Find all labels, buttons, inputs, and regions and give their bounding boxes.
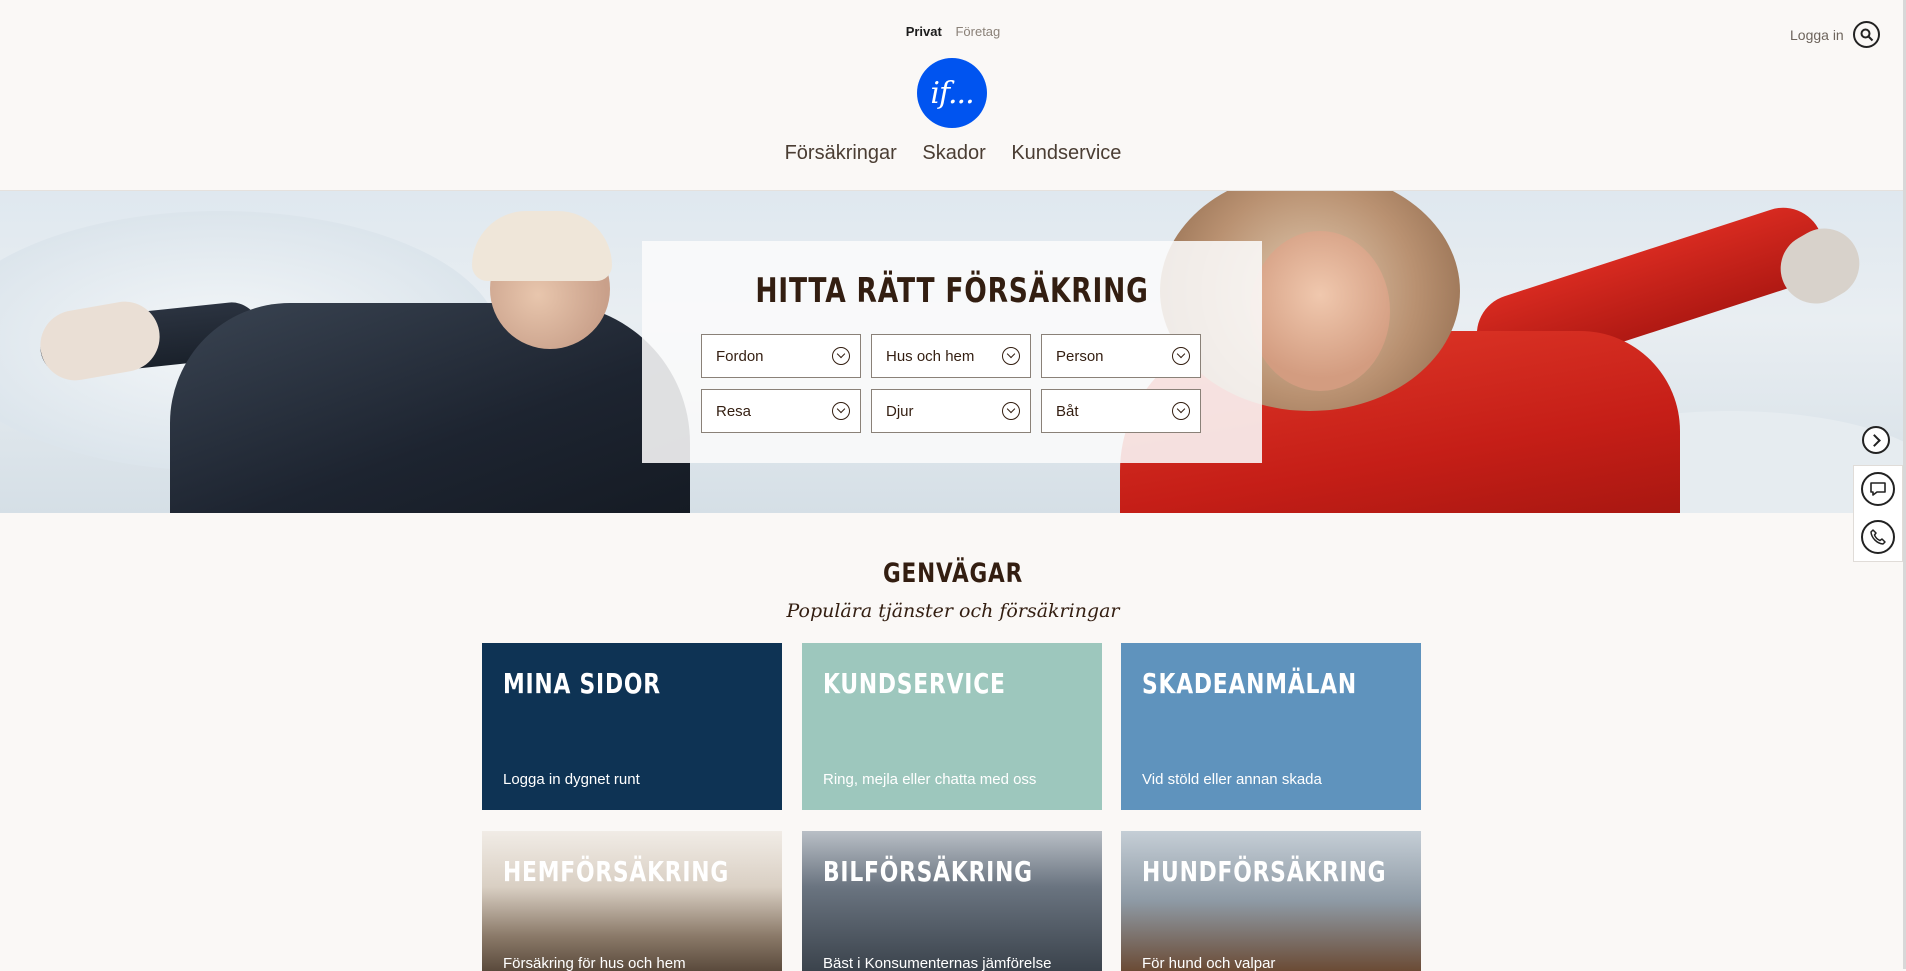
shortcuts-title: GENVÄGAR — [882, 558, 1023, 589]
card-description: Vid stöld eller annan skada — [1142, 771, 1322, 788]
dropdown-label: Person — [1056, 348, 1104, 365]
nav-item-customer-service[interactable]: Kundservice — [1011, 142, 1121, 164]
segment-private[interactable]: Privat — [906, 24, 942, 39]
site-header: Privat Företag if... Försäkringar Skador… — [0, 0, 1906, 191]
logo-text: if... — [930, 75, 974, 111]
chevron-right-icon[interactable] — [1862, 426, 1890, 454]
card-title: HEMFÖRSÄKRING — [503, 855, 730, 888]
chat-icon — [1870, 482, 1886, 496]
if-logo[interactable]: if... — [917, 58, 987, 128]
card-title: MINA SIDOR — [503, 667, 661, 700]
card-hemforsakring[interactable]: HEMFÖRSÄKRING Försäkring för hus och hem — [482, 831, 782, 971]
dropdown-resa[interactable]: Resa — [701, 389, 861, 433]
dropdown-fordon[interactable]: Fordon — [701, 334, 861, 378]
card-bilforsakring[interactable]: BILFÖRSÄKRING Bäst i Konsumenternas jämf… — [802, 831, 1102, 971]
hero-image-woman-face — [1250, 231, 1390, 391]
card-hundforsakring[interactable]: HUNDFÖRSÄKRING För hund och valpar — [1121, 831, 1421, 971]
dropdown-hus-och-hem[interactable]: Hus och hem — [871, 334, 1031, 378]
chat-button[interactable] — [1861, 472, 1895, 506]
dropdown-djur[interactable]: Djur — [871, 389, 1031, 433]
card-skadeanmalan[interactable]: SKADEANMÄLAN Vid stöld eller annan skada — [1121, 643, 1421, 810]
chevron-down-icon — [832, 402, 850, 420]
dropdown-label: Resa — [716, 403, 752, 420]
dropdown-person[interactable]: Person — [1041, 334, 1201, 378]
card-description: Logga in dygnet runt — [503, 771, 640, 788]
hero-image-kid-hat — [472, 211, 612, 281]
segment-switch: Privat Företag — [0, 24, 1906, 39]
chevron-down-icon — [1002, 347, 1020, 365]
search-button[interactable] — [1853, 21, 1880, 48]
finder-title: HITTA RÄTT FÖRSÄKRING — [755, 271, 1149, 311]
side-contact-tools — [1853, 465, 1903, 562]
dropdown-label: Fordon — [716, 348, 764, 365]
card-title: SKADEANMÄLAN — [1142, 667, 1357, 700]
phone-icon — [1870, 529, 1886, 545]
nav-item-insurances[interactable]: Försäkringar — [785, 142, 897, 164]
insurance-finder: HITTA RÄTT FÖRSÄKRING Fordon Hus och hem… — [642, 241, 1262, 463]
card-title: KUNDSERVICE — [823, 667, 1006, 700]
search-icon — [1860, 28, 1873, 41]
nav-item-claims[interactable]: Skador — [922, 142, 985, 164]
hero-image-kid-coat — [170, 303, 690, 513]
chevron-down-icon — [1002, 402, 1020, 420]
dropdown-label: Hus och hem — [886, 348, 975, 365]
card-description: Ring, mejla eller chatta med oss — [823, 771, 1037, 788]
shortcuts-subtitle: Populära tjänster och försäkringar — [786, 600, 1120, 622]
main-nav: Försäkringar Skador Kundservice — [0, 142, 1906, 165]
card-title: HUNDFÖRSÄKRING — [1142, 855, 1387, 888]
dropdown-bat[interactable]: Båt — [1041, 389, 1201, 433]
chevron-down-icon — [1172, 402, 1190, 420]
chevron-down-icon — [1172, 347, 1190, 365]
dropdown-label: Djur — [886, 403, 914, 420]
card-mina-sidor[interactable]: MINA SIDOR Logga in dygnet runt — [482, 643, 782, 810]
segment-business[interactable]: Företag — [955, 24, 1000, 39]
phone-button[interactable] — [1861, 520, 1895, 554]
chevron-down-icon — [832, 347, 850, 365]
login-link[interactable]: Logga in — [1790, 27, 1844, 43]
dropdown-label: Båt — [1056, 403, 1079, 420]
card-title: BILFÖRSÄKRING — [823, 855, 1033, 888]
card-kundservice[interactable]: KUNDSERVICE Ring, mejla eller chatta med… — [802, 643, 1102, 810]
